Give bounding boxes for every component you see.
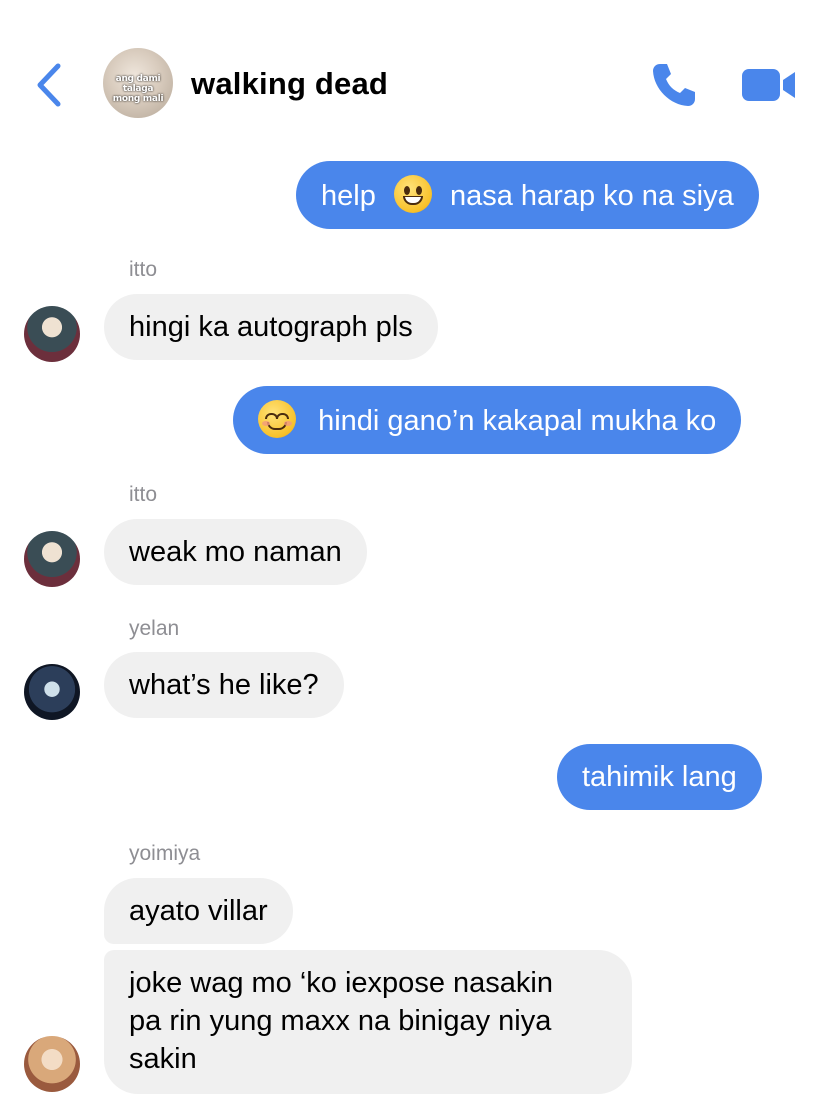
message-line: joke wag mo ‘ko iexpose nasakin	[129, 967, 553, 999]
chevron-left-icon[interactable]	[34, 62, 66, 108]
sender-name: yelan	[129, 617, 180, 640]
avatar[interactable]	[24, 531, 80, 587]
message-text: help	[321, 180, 376, 212]
sender-name: yoimiya	[129, 842, 201, 865]
smiling-face-icon	[258, 400, 296, 438]
message-incoming[interactable]: weak mo naman	[104, 519, 367, 585]
message-outgoing[interactable]: help nasa harap ko na siya	[296, 161, 759, 229]
phone-icon[interactable]	[650, 60, 698, 108]
message-incoming[interactable]: what’s he like?	[104, 652, 344, 718]
message-text: hingi ka autograph pls	[129, 311, 413, 343]
avatar[interactable]	[24, 1036, 80, 1092]
message-line: sakin	[129, 1043, 197, 1075]
group-avatar[interactable]: ang dami talaga mong mali	[103, 48, 173, 118]
group-avatar-caption: ang dami talaga mong mali	[112, 74, 164, 104]
message-outgoing[interactable]: tahimik lang	[557, 744, 762, 810]
message-outgoing[interactable]: hindi gano’n kakapal mukha ko	[233, 386, 742, 454]
message-incoming[interactable]: ayato villar	[104, 878, 293, 944]
message-line: pa rin yung maxx na binigay niya	[129, 1005, 552, 1037]
message-text: nasa harap ko na siya	[449, 180, 734, 212]
message-text: tahimik lang	[582, 761, 737, 793]
message-text: weak mo naman	[129, 536, 342, 568]
grinning-face-icon	[393, 175, 432, 213]
chat-header: ang dami talaga mong mali walking dead	[0, 0, 828, 140]
chat-title[interactable]: walking dead	[191, 66, 388, 102]
sender-name: itto	[129, 258, 158, 281]
message-incoming[interactable]: hingi ka autograph pls	[104, 294, 438, 360]
avatar[interactable]	[24, 664, 80, 720]
avatar[interactable]	[24, 306, 80, 362]
message-text: what’s he like?	[129, 669, 319, 701]
video-camera-icon[interactable]	[741, 66, 797, 104]
message-incoming[interactable]: joke wag mo ‘ko iexpose nasakin pa rin y…	[104, 950, 632, 1094]
sender-name: itto	[129, 483, 158, 506]
message-text: ayato villar	[129, 895, 268, 927]
message-text: hindi gano’n kakapal mukha ko	[318, 405, 717, 437]
